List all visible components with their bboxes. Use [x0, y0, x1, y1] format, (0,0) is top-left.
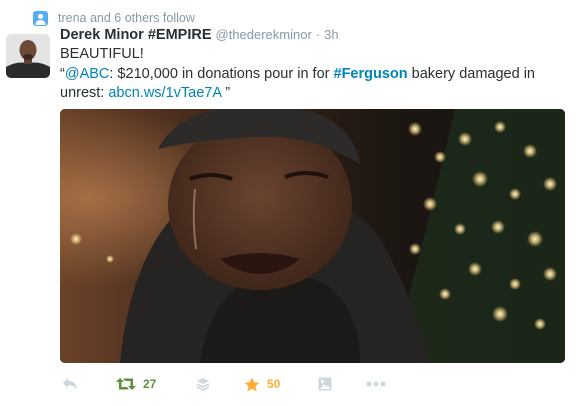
retweet-icon — [116, 377, 136, 391]
retweet-button[interactable]: 27 — [116, 374, 156, 394]
favorite-button[interactable]: 50 — [244, 374, 280, 394]
tweet-text-line1: BEAUTIFUL! — [60, 46, 144, 62]
buffer-button[interactable] — [196, 374, 210, 394]
follow-context-text: trena and 6 others follow — [58, 11, 195, 25]
close-quote: ” — [221, 85, 231, 101]
mention-link[interactable]: @ABC — [65, 66, 110, 82]
url-link[interactable]: abcn.ws/1vTae7A — [108, 85, 221, 101]
photo-icon — [318, 377, 332, 391]
retweet-count: 27 — [143, 377, 157, 391]
tweet-text-middle: : $210,000 in donations pour in for — [109, 65, 334, 82]
tweet-timestamp[interactable]: 3h — [324, 27, 338, 42]
follow-context: trena and 6 others follow — [33, 10, 195, 26]
hashtag-link[interactable]: #Ferguson — [334, 66, 408, 82]
tweet-text-quote: “@ABC: $210,000 in donations pour in for… — [60, 65, 560, 104]
tweet-actions: 27 50 — [60, 374, 565, 394]
tweet-header: Derek Minor #EMPIRE @thederekminor · 3h — [60, 27, 339, 47]
author-username[interactable]: @thederekminor — [216, 27, 312, 42]
stack-icon — [196, 377, 210, 391]
more-icon — [366, 381, 386, 387]
photo-button[interactable] — [318, 374, 332, 394]
star-icon — [244, 377, 260, 392]
favorite-count: 50 — [267, 377, 281, 391]
tweet-photo[interactable] — [60, 109, 565, 363]
reply-icon — [62, 377, 78, 391]
separator-dot: · — [315, 27, 321, 42]
avatar[interactable] — [6, 34, 50, 78]
reply-button[interactable] — [62, 374, 78, 394]
author-display-name[interactable]: Derek Minor #EMPIRE — [60, 27, 212, 43]
more-button[interactable] — [366, 374, 386, 394]
tweet-text: BEAUTIFUL! “@ABC: $210,000 in donations … — [60, 45, 560, 104]
follow-user-icon — [33, 10, 48, 26]
